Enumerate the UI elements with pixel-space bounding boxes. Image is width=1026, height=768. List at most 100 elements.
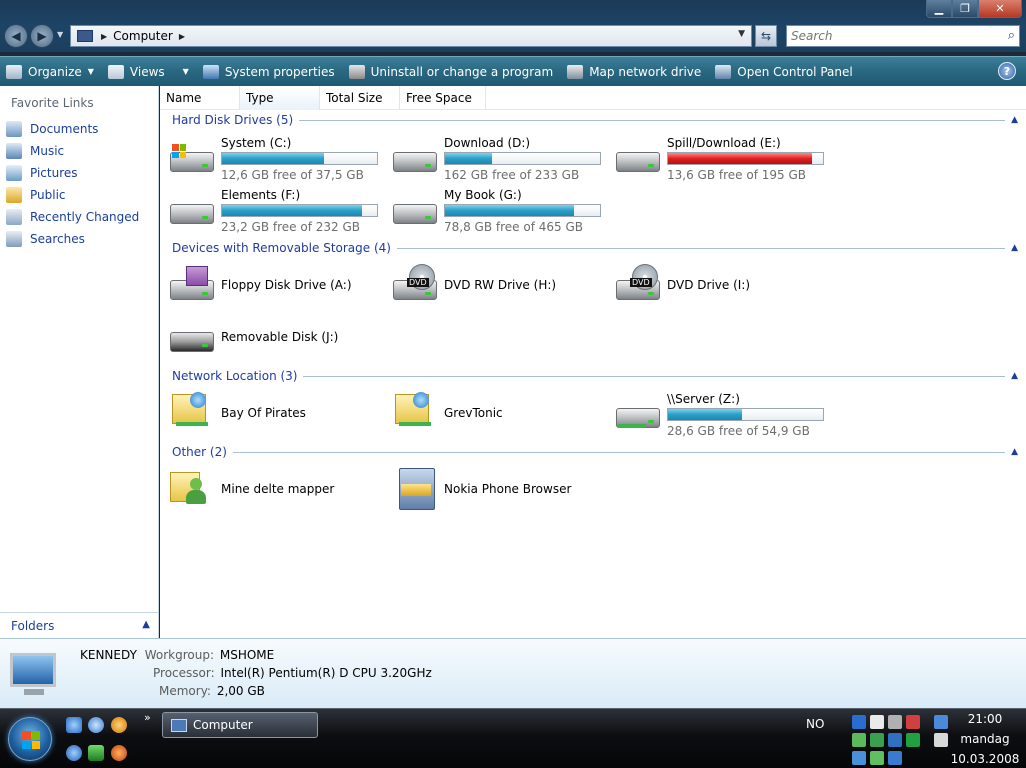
tray-app-icon[interactable] bbox=[870, 733, 884, 747]
drive-item-h[interactable]: DVD DVD RW Drive (H:) bbox=[391, 264, 556, 304]
map-network-label: Map network drive bbox=[589, 64, 702, 79]
taskbar-button-computer[interactable]: Computer bbox=[162, 712, 318, 738]
drive-free-space: 13,6 GB free of 195 GB bbox=[667, 168, 806, 182]
firefox-icon[interactable] bbox=[111, 745, 127, 761]
system-properties-button[interactable]: System properties bbox=[202, 64, 335, 79]
clock[interactable]: 21:00 mandag 10.03.2008 bbox=[950, 709, 1020, 768]
column-header-total-size[interactable]: Total Size bbox=[320, 86, 400, 110]
drive-free-space: 23,2 GB free of 232 GB bbox=[221, 220, 360, 234]
recent-pages-dropdown[interactable]: ▼ bbox=[57, 30, 63, 39]
network-folder-icon bbox=[391, 392, 439, 432]
title-bar: ▁ ❐ ✕ ◀ ▶ ▼ ▶ Computer ▶ ▼ ⇆ ⌕ bbox=[0, 0, 1026, 52]
bluetooth-icon[interactable] bbox=[852, 715, 866, 729]
forward-button[interactable]: ▶ bbox=[30, 24, 54, 48]
map-network-drive-button[interactable]: Map network drive bbox=[567, 64, 702, 79]
processor-row: Processor: Intel(R) Pentium(R) D CPU 3.2… bbox=[153, 666, 432, 680]
tray-app-icon[interactable] bbox=[888, 733, 902, 747]
other-item-shared-folders[interactable]: Mine delte mapper bbox=[168, 468, 334, 508]
switch-windows-icon[interactable] bbox=[88, 717, 104, 733]
network-item-server[interactable]: \\Server (Z:) 28,6 GB free of 54,9 GB bbox=[614, 392, 824, 438]
language-indicator[interactable]: NO bbox=[806, 717, 824, 731]
system-properties-icon bbox=[202, 64, 219, 79]
address-dropdown-icon[interactable]: ▼ bbox=[738, 29, 745, 39]
drive-usage-bar bbox=[221, 152, 378, 165]
drive-item-c[interactable]: System (C:) 12,6 GB free of 37,5 GB bbox=[168, 136, 378, 182]
drive-item-i[interactable]: DVD DVD Drive (I:) bbox=[614, 264, 750, 304]
maximize-button[interactable]: ❐ bbox=[952, 0, 978, 18]
help-button[interactable]: ? bbox=[998, 62, 1016, 80]
breadcrumb-arrow-icon[interactable]: ▶ bbox=[179, 32, 185, 41]
network-item-grevtonic[interactable]: GrevTonic bbox=[391, 392, 503, 432]
network-item-bay-of-pirates[interactable]: Bay Of Pirates bbox=[168, 392, 306, 432]
taskbar-button-label: Computer bbox=[193, 718, 253, 732]
close-button[interactable]: ✕ bbox=[978, 0, 1022, 18]
favorite-link-label: Music bbox=[30, 144, 65, 158]
chevron-up-icon: ▲ bbox=[1011, 447, 1018, 457]
drive-item-f[interactable]: Elements (F:) 23,2 GB free of 232 GB bbox=[168, 188, 378, 234]
group-title: Other (2) bbox=[172, 445, 227, 459]
memory-value: 2,00 GB bbox=[216, 684, 265, 698]
volume-icon[interactable] bbox=[934, 733, 948, 747]
group-header-hard-disks[interactable]: Hard Disk Drives (5) ▲ bbox=[172, 113, 1018, 127]
drive-item-d[interactable]: Download (D:) 162 GB free of 233 GB bbox=[391, 136, 601, 182]
tray-app-icon[interactable] bbox=[906, 733, 920, 747]
breadcrumb-computer[interactable]: Computer bbox=[113, 29, 173, 43]
command-bar: Organize ▼ Views ▼ System properties Unins… bbox=[0, 56, 1026, 86]
favorite-link-label: Documents bbox=[30, 122, 99, 136]
uninstall-program-button[interactable]: Uninstall or change a program bbox=[348, 64, 553, 79]
favorite-link-music[interactable]: Music bbox=[6, 140, 139, 162]
favorite-link-label: Recently Changed bbox=[30, 210, 140, 224]
column-header-name[interactable]: Name bbox=[160, 86, 240, 110]
views-button[interactable]: Views ▼ bbox=[107, 64, 189, 79]
drive-item-g[interactable]: My Book (G:) 78,8 GB free of 465 GB bbox=[391, 188, 601, 234]
column-header-free-space[interactable]: Free Space bbox=[400, 86, 486, 110]
breadcrumb-arrow-icon[interactable]: ▶ bbox=[101, 32, 107, 41]
drive-free-space: 28,6 GB free of 54,9 GB bbox=[667, 424, 810, 438]
internet-explorer-icon[interactable] bbox=[66, 745, 82, 761]
organize-button[interactable]: Organize ▼ bbox=[6, 64, 94, 79]
favorite-link-public[interactable]: Public bbox=[6, 184, 139, 206]
show-desktop-icon[interactable] bbox=[66, 717, 82, 733]
chevron-up-icon: ▲ bbox=[1011, 115, 1018, 125]
tray-app-icon[interactable] bbox=[888, 715, 902, 729]
back-button[interactable]: ◀ bbox=[4, 24, 28, 48]
group-header-network[interactable]: Network Location (3) ▲ bbox=[172, 369, 1018, 383]
address-bar[interactable]: ▶ Computer ▶ ▼ bbox=[70, 25, 752, 47]
minimize-button[interactable]: ▁ bbox=[926, 0, 952, 18]
network-icon[interactable] bbox=[934, 715, 948, 729]
column-header-type[interactable]: Type bbox=[240, 86, 320, 110]
drive-label: \\Server (Z:) bbox=[667, 392, 740, 406]
favorite-link-recently-changed[interactable]: Recently Changed bbox=[6, 206, 139, 228]
tray-app-icon[interactable] bbox=[870, 715, 884, 729]
other-label: Nokia Phone Browser bbox=[444, 482, 572, 496]
favorite-link-documents[interactable]: Documents bbox=[6, 118, 139, 140]
shared-folders-icon bbox=[168, 468, 216, 508]
organize-label: Organize bbox=[28, 64, 82, 79]
terminal-icon[interactable] bbox=[88, 745, 104, 761]
info-icon[interactable] bbox=[111, 717, 127, 733]
group-header-other[interactable]: Other (2) ▲ bbox=[172, 445, 1018, 459]
folders-toggle[interactable]: Folders ▲ bbox=[0, 612, 158, 638]
tray-app-icon[interactable] bbox=[888, 751, 902, 765]
quick-launch-overflow[interactable]: » bbox=[144, 711, 151, 724]
drive-item-j[interactable]: Removable Disk (J:) bbox=[168, 316, 338, 356]
open-control-panel-button[interactable]: Open Control Panel bbox=[715, 64, 853, 79]
other-item-nokia-phone-browser[interactable]: Nokia Phone Browser bbox=[391, 468, 572, 510]
tray-app-icon[interactable] bbox=[906, 715, 920, 729]
start-button[interactable] bbox=[8, 717, 52, 761]
search-icon[interactable]: ⌕ bbox=[1008, 28, 1015, 43]
tray-app-icon[interactable] bbox=[870, 751, 884, 765]
refresh-button[interactable]: ⇆ bbox=[755, 25, 777, 47]
group-title: Hard Disk Drives (5) bbox=[172, 113, 294, 127]
search-input[interactable] bbox=[791, 29, 991, 43]
messenger-icon[interactable] bbox=[852, 733, 866, 747]
favorite-link-searches[interactable]: Searches bbox=[6, 228, 139, 250]
group-title: Devices with Removable Storage (4) bbox=[172, 241, 391, 255]
drive-item-a[interactable]: Floppy Disk Drive (A:) bbox=[168, 264, 352, 304]
drive-item-e[interactable]: Spill/Download (E:) 13,6 GB free of 195 … bbox=[614, 136, 824, 182]
search-box[interactable]: ⌕ bbox=[786, 25, 1020, 47]
chevron-down-icon: ▼ bbox=[182, 67, 189, 76]
tray-app-icon[interactable] bbox=[852, 751, 866, 765]
favorite-link-pictures[interactable]: Pictures bbox=[6, 162, 139, 184]
group-header-removable[interactable]: Devices with Removable Storage (4) ▲ bbox=[172, 241, 1018, 255]
